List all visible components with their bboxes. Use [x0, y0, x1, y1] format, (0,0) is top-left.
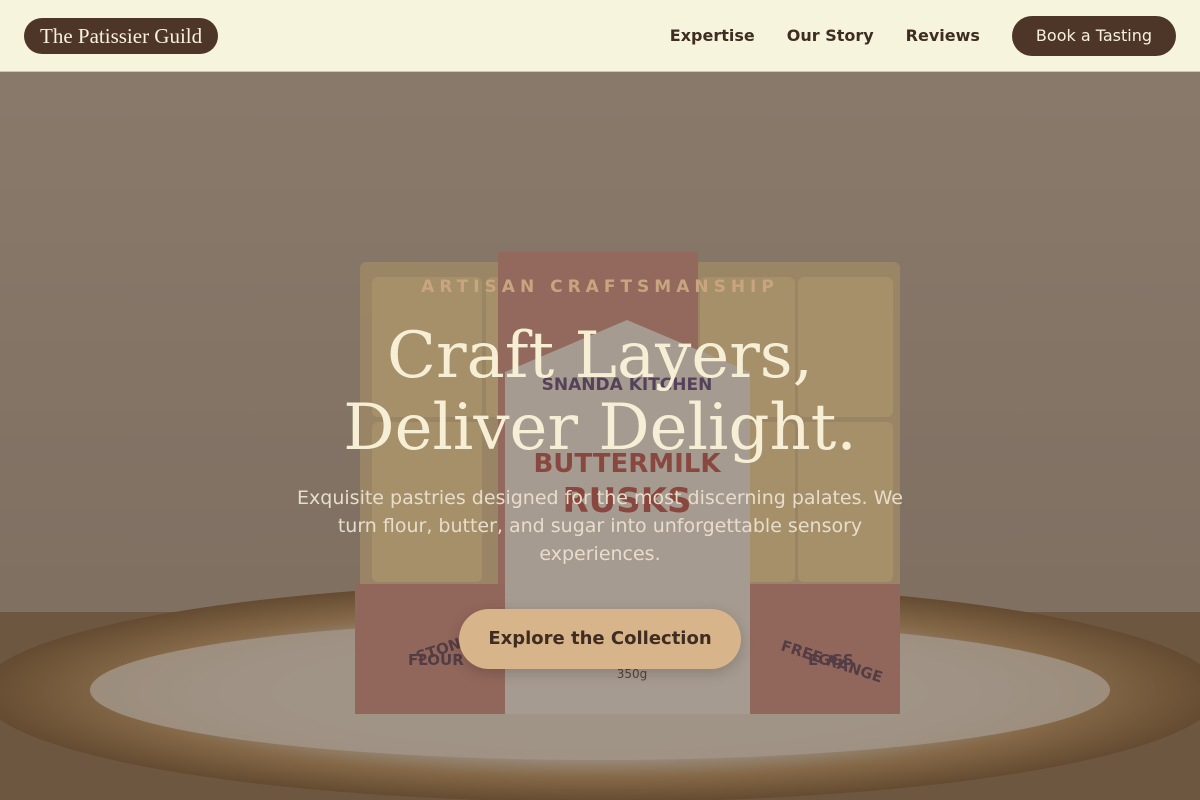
nav-link-reviews[interactable]: Reviews	[906, 26, 980, 45]
site-header: The Patissier Guild Expertise Our Story …	[0, 0, 1200, 72]
hero-subtext: Exquisite pastries designed for the most…	[297, 487, 903, 565]
book-tasting-button[interactable]: Book a Tasting	[1011, 15, 1176, 56]
brand-logo[interactable]: The Patissier Guild	[24, 17, 219, 54]
hero-headline-line-1: Craft Layers,	[387, 319, 813, 393]
hero-eyebrow: ARTISAN CRAFTSMANSHIP	[421, 277, 779, 297]
nav-link-expertise[interactable]: Expertise	[670, 26, 755, 45]
hero-headline: Craft Layers, Deliver Delight.	[0, 320, 1200, 464]
hero-section: STONEGROUND FLOUR FREE RANGE EGGS SNANDA…	[0, 72, 1200, 800]
hero-headline-line-2: Deliver Delight.	[343, 391, 857, 465]
explore-collection-button[interactable]: Explore the Collection	[459, 609, 741, 669]
nav-link-our-story[interactable]: Our Story	[787, 26, 874, 45]
main-nav: Expertise Our Story Reviews Book a Tasti…	[670, 15, 1176, 56]
